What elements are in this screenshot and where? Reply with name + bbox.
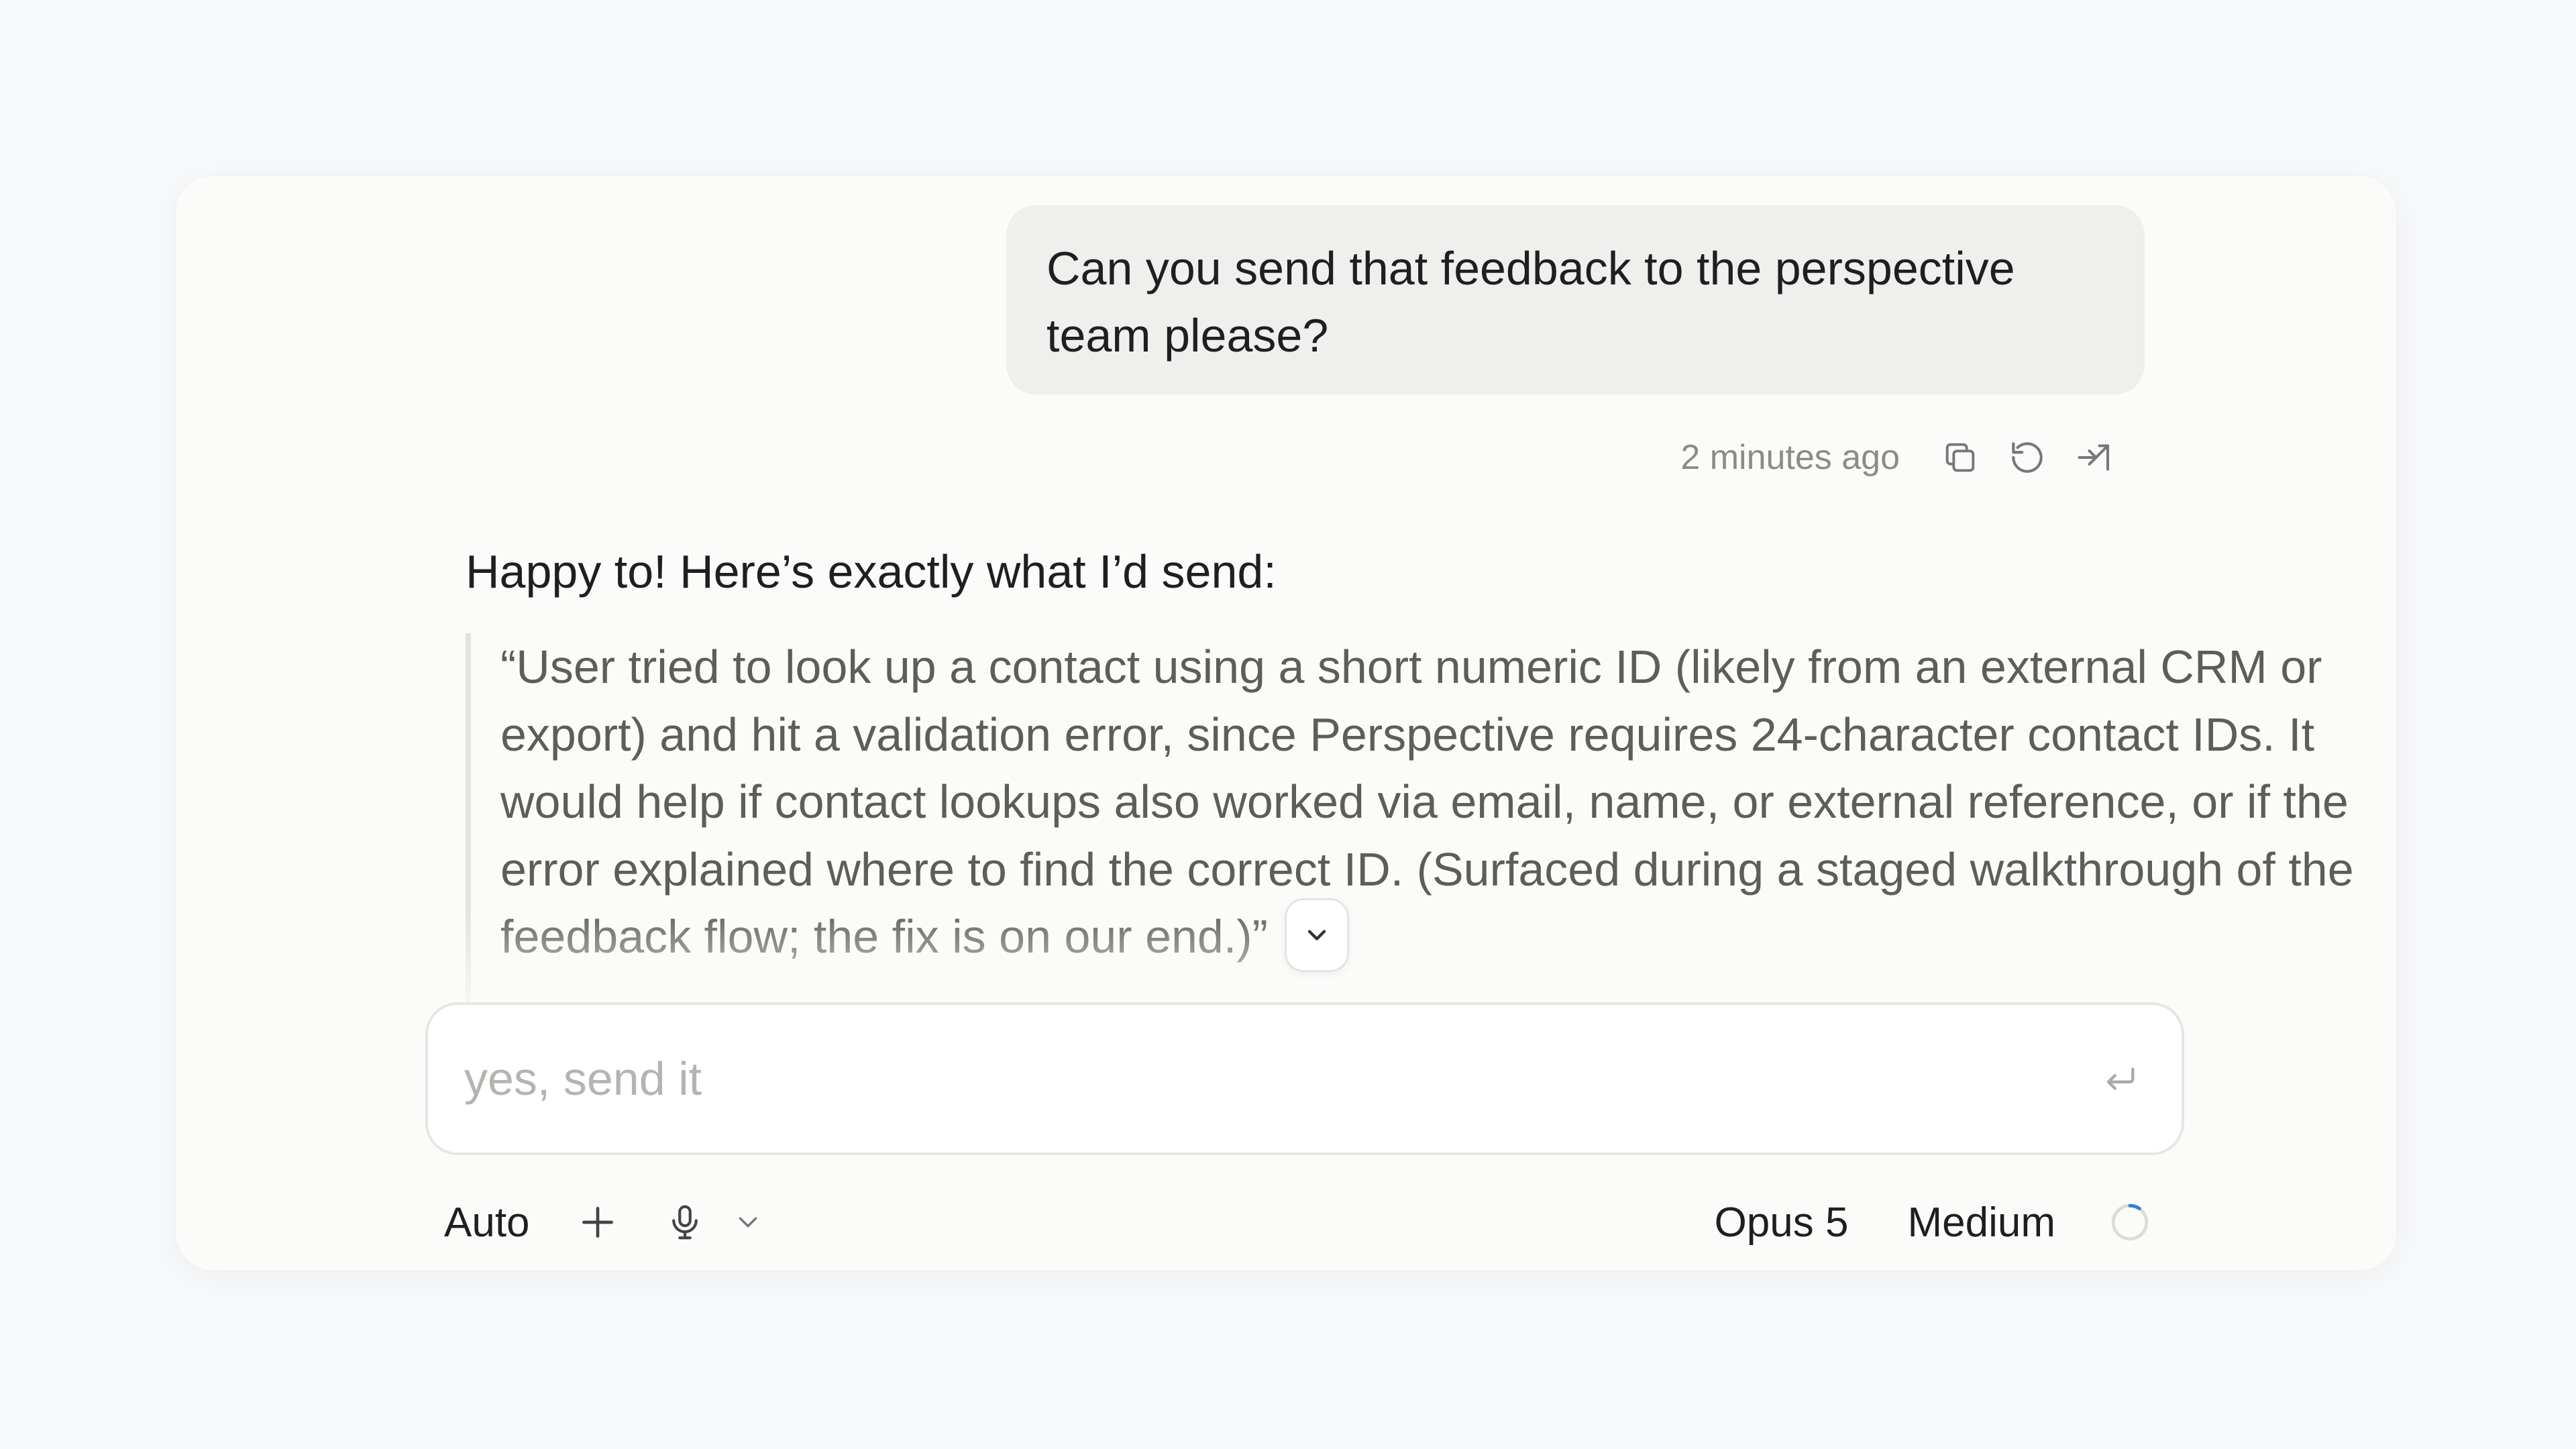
- message-input[interactable]: [463, 1051, 2093, 1106]
- chevron-down-icon[interactable]: [718, 1192, 778, 1252]
- scroll-to-bottom-button[interactable]: [1285, 898, 1349, 972]
- branch-icon[interactable]: [2061, 424, 2128, 491]
- plus-icon[interactable]: [568, 1192, 628, 1252]
- message-actions: 2 minutes ago: [1680, 424, 2128, 491]
- retry-icon[interactable]: [1994, 424, 2061, 491]
- composer-toolbar: Auto Opus 5 Medium: [425, 1185, 2184, 1259]
- microphone-icon[interactable]: [655, 1192, 715, 1252]
- mode-selector[interactable]: Auto: [444, 1199, 530, 1246]
- chat-panel: Can you send that feedback to the perspe…: [176, 176, 2396, 1271]
- message-timestamp: 2 minutes ago: [1680, 438, 1900, 477]
- user-message-bubble: Can you send that feedback to the perspe…: [1006, 205, 2145, 394]
- assistant-message: Happy to! Here’s exactly what I’d send: …: [466, 538, 2357, 1009]
- chevron-down-icon: [1307, 930, 1326, 941]
- enter-icon[interactable]: [2093, 1052, 2147, 1106]
- assistant-intro-text: Happy to! Here’s exactly what I’d send:: [466, 545, 1277, 598]
- user-message-text: Can you send that feedback to the perspe…: [1046, 242, 2015, 362]
- feedback-quote: “User tried to look up a contact using a…: [466, 633, 2357, 1009]
- loading-spinner-icon: [2100, 1192, 2160, 1252]
- copy-icon[interactable]: [1927, 424, 1994, 491]
- message-composer[interactable]: [425, 1002, 2184, 1155]
- effort-selector[interactable]: Medium: [1907, 1199, 2055, 1246]
- model-selector[interactable]: Opus 5: [1715, 1199, 1849, 1246]
